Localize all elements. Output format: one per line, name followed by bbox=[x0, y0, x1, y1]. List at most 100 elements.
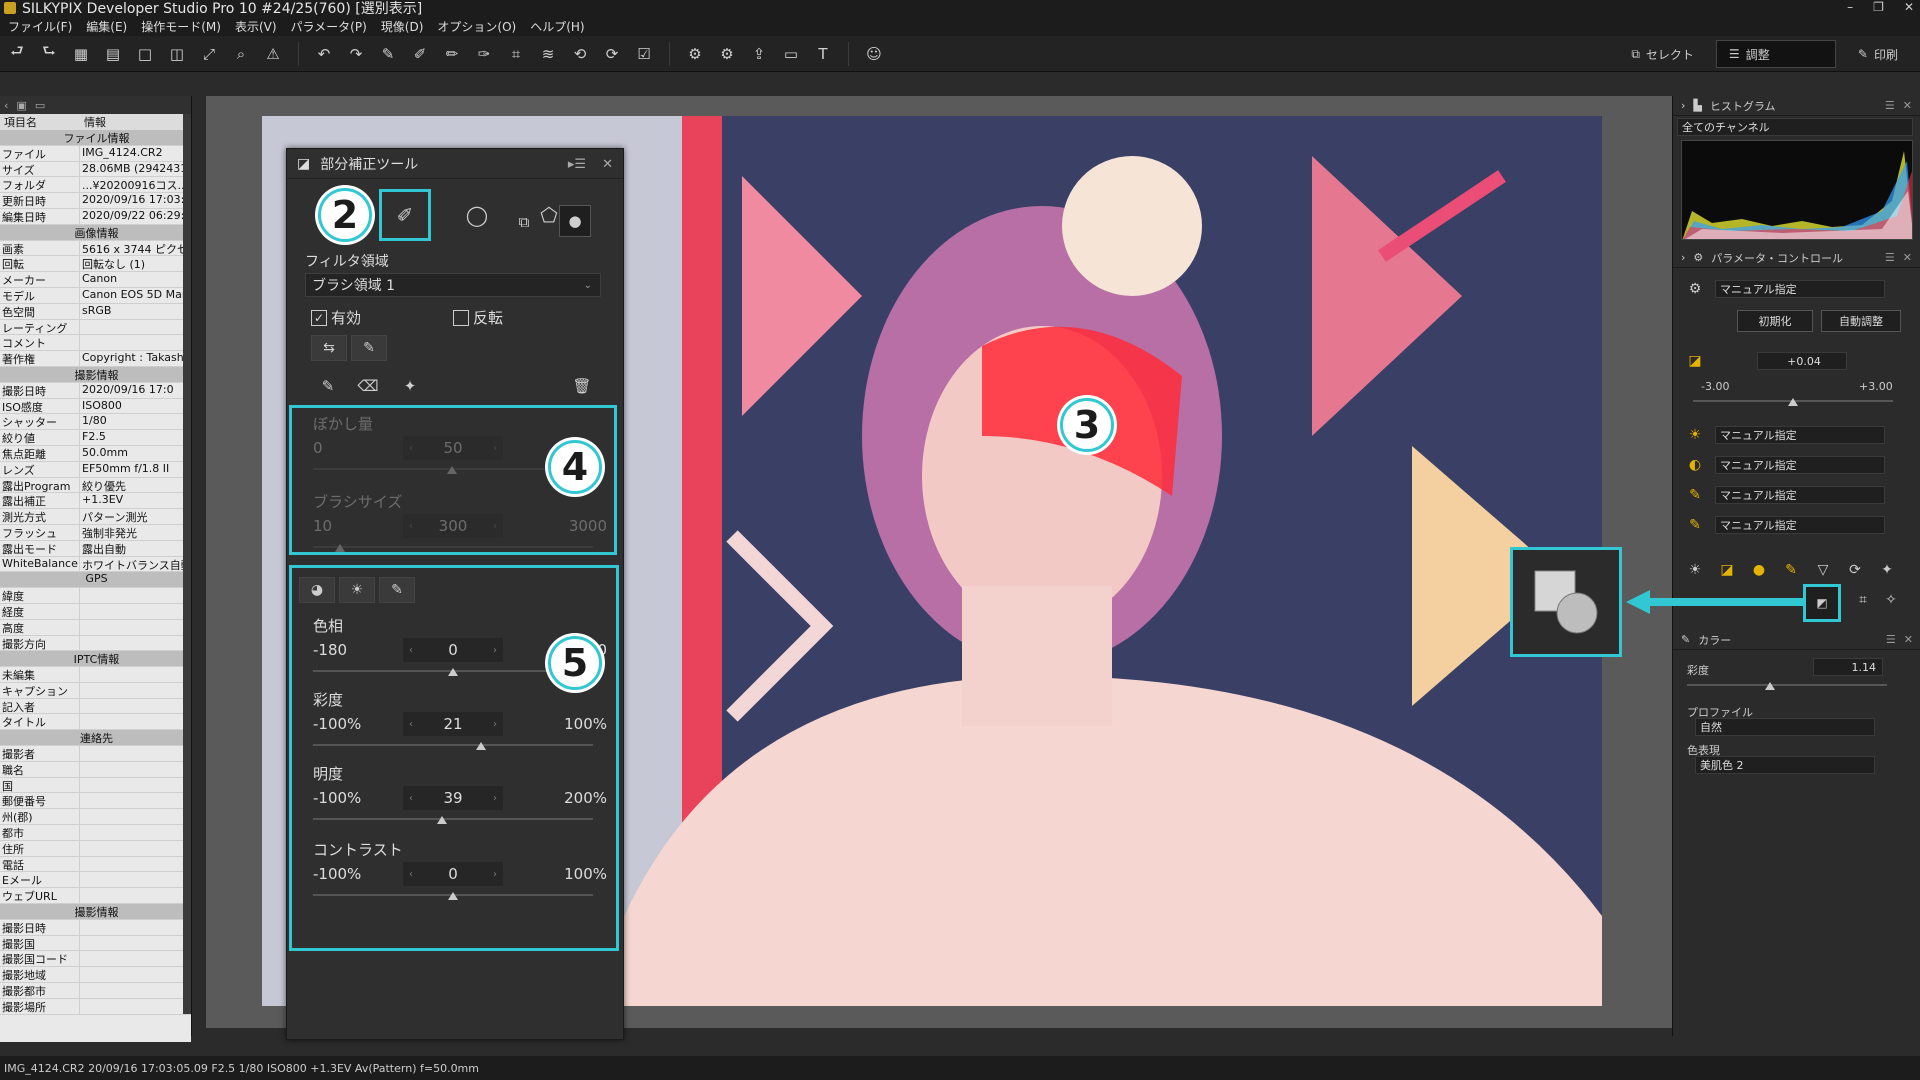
partial-correction-tool-window[interactable]: ◪ 部分補正ツール ▸☰ ✕ ◩ ✐ ◯ ⬠ ⧉ ● フィルタ領域 ブラシ領域 … bbox=[286, 148, 624, 1040]
col-info[interactable]: 情報 bbox=[80, 114, 106, 130]
info-section-header[interactable]: IPTC情報 bbox=[0, 651, 191, 668]
info-row[interactable]: サイズ 28.06MB (2942431 bbox=[0, 161, 191, 178]
brightness-thumb[interactable] bbox=[436, 816, 447, 824]
close-icon[interactable]: ✕ bbox=[602, 157, 613, 172]
develop-icon[interactable]: ⚙ bbox=[684, 43, 706, 65]
folder-tab-icon[interactable]: ▭ bbox=[35, 99, 45, 112]
brightness-track[interactable] bbox=[313, 812, 593, 826]
maximize-button[interactable]: ❐ bbox=[1873, 0, 1884, 14]
info-row[interactable]: 著作権 Copyright : Takash bbox=[0, 351, 191, 367]
info-row[interactable]: モデル Canon EOS 5D Mar bbox=[0, 287, 191, 304]
contrast-thumb[interactable] bbox=[448, 892, 458, 900]
copy-area-icon[interactable]: ⧉ bbox=[513, 211, 535, 233]
close-icon[interactable]: ✕ bbox=[1904, 633, 1913, 646]
info-row[interactable]: 更新日時 2020/09/16 17:03: bbox=[0, 193, 191, 209]
pen-subtab[interactable]: ✎ bbox=[351, 335, 387, 361]
check-icon[interactable]: ☑ bbox=[633, 43, 655, 65]
saturation-thumb[interactable] bbox=[476, 742, 486, 750]
curve-icon[interactable]: ◪ bbox=[1719, 562, 1735, 578]
menu-icon[interactable]: ☰ bbox=[1886, 633, 1896, 646]
color-header[interactable]: ✎ カラー ☰ ✕ bbox=[1673, 630, 1920, 650]
minimize-button[interactable]: – bbox=[1847, 0, 1853, 14]
info-row[interactable]: 緯度 bbox=[0, 588, 191, 604]
info-row[interactable]: メーカー Canon bbox=[0, 272, 191, 288]
info-row[interactable]: Eメール bbox=[0, 872, 191, 889]
color-ball-icon[interactable]: ● bbox=[1751, 562, 1767, 578]
hue-thumb[interactable] bbox=[448, 668, 458, 676]
zoom-icon[interactable]: ⌕ bbox=[230, 43, 252, 65]
menu-parameter[interactable]: パラメータ(P) bbox=[291, 18, 367, 35]
param-control-header[interactable]: › ⚙ パラメータ・コントロール ☰ ✕ bbox=[1673, 248, 1920, 268]
close-button[interactable]: ✕ bbox=[1904, 0, 1914, 14]
batch-develop-icon[interactable]: ⚙ bbox=[716, 43, 738, 65]
menu-edit[interactable]: 編集(E) bbox=[86, 18, 127, 35]
info-row[interactable]: レーティング bbox=[0, 319, 191, 336]
color-saturation-input[interactable]: 1.14 bbox=[1813, 658, 1883, 676]
info-row[interactable]: 撮影国 bbox=[0, 935, 191, 952]
info-row[interactable]: タイトル bbox=[0, 714, 191, 731]
info-scrollbar[interactable] bbox=[183, 114, 191, 1014]
info-row[interactable]: 撮影都市 bbox=[0, 983, 191, 999]
info-row[interactable]: 回転 回転なし (1) bbox=[0, 256, 191, 273]
info-row[interactable]: 郵便番号 bbox=[0, 793, 191, 810]
exposure-subtab[interactable]: ☀ bbox=[339, 577, 375, 603]
monitor-icon[interactable]: ▭ bbox=[780, 43, 802, 65]
sharpness-select[interactable]: マニュアル指定 bbox=[1715, 486, 1885, 504]
info-section-header[interactable]: GPS bbox=[0, 572, 191, 589]
saturation-value-input[interactable]: ‹ 21 › bbox=[403, 712, 503, 736]
info-section-header[interactable]: ファイル情報 bbox=[0, 130, 191, 146]
info-row[interactable]: ウェブURL bbox=[0, 888, 191, 905]
info-row[interactable]: 露出Program 絞り優先 bbox=[0, 477, 191, 494]
nr-select[interactable]: マニュアル指定 bbox=[1715, 516, 1885, 534]
tool-window-titlebar[interactable]: ◪ 部分補正ツール ▸☰ ✕ bbox=[287, 149, 623, 179]
info-row[interactable]: 露出モード 露出自動 bbox=[0, 540, 191, 557]
menu-icon[interactable]: ▸☰ bbox=[568, 157, 586, 172]
info-section-header[interactable]: 画像情報 bbox=[0, 224, 191, 241]
color-subtab[interactable]: ◕ bbox=[299, 577, 335, 603]
histogram-header[interactable]: › ▙ ヒストグラム ☰ ✕ bbox=[1673, 96, 1920, 116]
next-image-icon[interactable]: ⮑ bbox=[38, 42, 60, 65]
tab-adjust[interactable]: ☰ 調整 bbox=[1715, 40, 1836, 68]
rotate-right-icon[interactable]: ⟳ bbox=[601, 43, 623, 65]
text-icon[interactable]: T bbox=[812, 43, 834, 65]
adjust-subtab[interactable]: ⇆ bbox=[311, 335, 347, 361]
spot-icon[interactable]: ✑ bbox=[473, 43, 495, 65]
exposure-thumb[interactable] bbox=[1788, 398, 1798, 406]
export-icon[interactable]: ⇪ bbox=[748, 43, 770, 65]
close-icon[interactable]: ✕ bbox=[1903, 251, 1912, 264]
brush-tool-button[interactable]: ✐ bbox=[379, 189, 431, 241]
pen-icon[interactable]: ✏ bbox=[441, 43, 463, 65]
menu-develop[interactable]: 現像(D) bbox=[381, 18, 424, 35]
contrast-value-input[interactable]: ‹ 0 › bbox=[403, 862, 503, 886]
blur-value-input[interactable]: ‹ 50 › bbox=[403, 436, 503, 460]
info-row[interactable]: フラッシュ 強制非発光 bbox=[0, 524, 191, 541]
histogram-channel-select[interactable]: 全てのチャンネル bbox=[1677, 118, 1913, 136]
rotate-icon[interactable]: ⟳ bbox=[1847, 562, 1863, 578]
info-row[interactable]: 色空間 sRGB bbox=[0, 303, 191, 320]
info-row[interactable]: 画素 5616 x 3744 ピクセ bbox=[0, 240, 191, 257]
info-row[interactable]: 国 bbox=[0, 777, 191, 794]
crop-icon[interactable]: ⌗ bbox=[1855, 592, 1871, 608]
info-row[interactable]: 撮影日時 bbox=[0, 919, 191, 936]
info-section-header[interactable]: 連絡先 bbox=[0, 730, 191, 747]
menu-option[interactable]: オプション(O) bbox=[437, 18, 516, 35]
fx-icon[interactable]: ✦ bbox=[1879, 562, 1895, 578]
layers-icon[interactable]: ≋ bbox=[537, 43, 559, 65]
compare-view-icon[interactable]: ◫ bbox=[166, 43, 188, 65]
collapse-icon[interactable]: ‹ bbox=[4, 99, 8, 112]
info-row[interactable]: 撮影地域 bbox=[0, 967, 191, 984]
menu-icon[interactable]: ☰ bbox=[1885, 251, 1895, 264]
info-row[interactable]: 編集日時 2020/09/22 06:29: bbox=[0, 208, 191, 225]
blur-thumb[interactable] bbox=[447, 466, 457, 474]
undo-icon[interactable]: ↶ bbox=[313, 43, 335, 65]
menu-icon[interactable]: ☰ bbox=[1885, 99, 1895, 112]
brush-add-icon[interactable]: ✎ bbox=[317, 375, 339, 397]
menu-help[interactable]: ヘルプ(H) bbox=[530, 18, 584, 35]
info-row[interactable]: 絞り値 F2.5 bbox=[0, 430, 191, 446]
info-row[interactable]: 露出補正 +1.3EV bbox=[0, 493, 191, 510]
menu-file[interactable]: ファイル(F) bbox=[8, 18, 72, 35]
brightness-slider[interactable]: 明度 -100% ‹ 39 › 200% bbox=[313, 763, 613, 826]
pen-tool-icon[interactable]: ✎ bbox=[1783, 562, 1799, 578]
init-button[interactable]: 初期化 bbox=[1737, 310, 1813, 332]
brightness-value-input[interactable]: ‹ 39 › bbox=[403, 786, 503, 810]
